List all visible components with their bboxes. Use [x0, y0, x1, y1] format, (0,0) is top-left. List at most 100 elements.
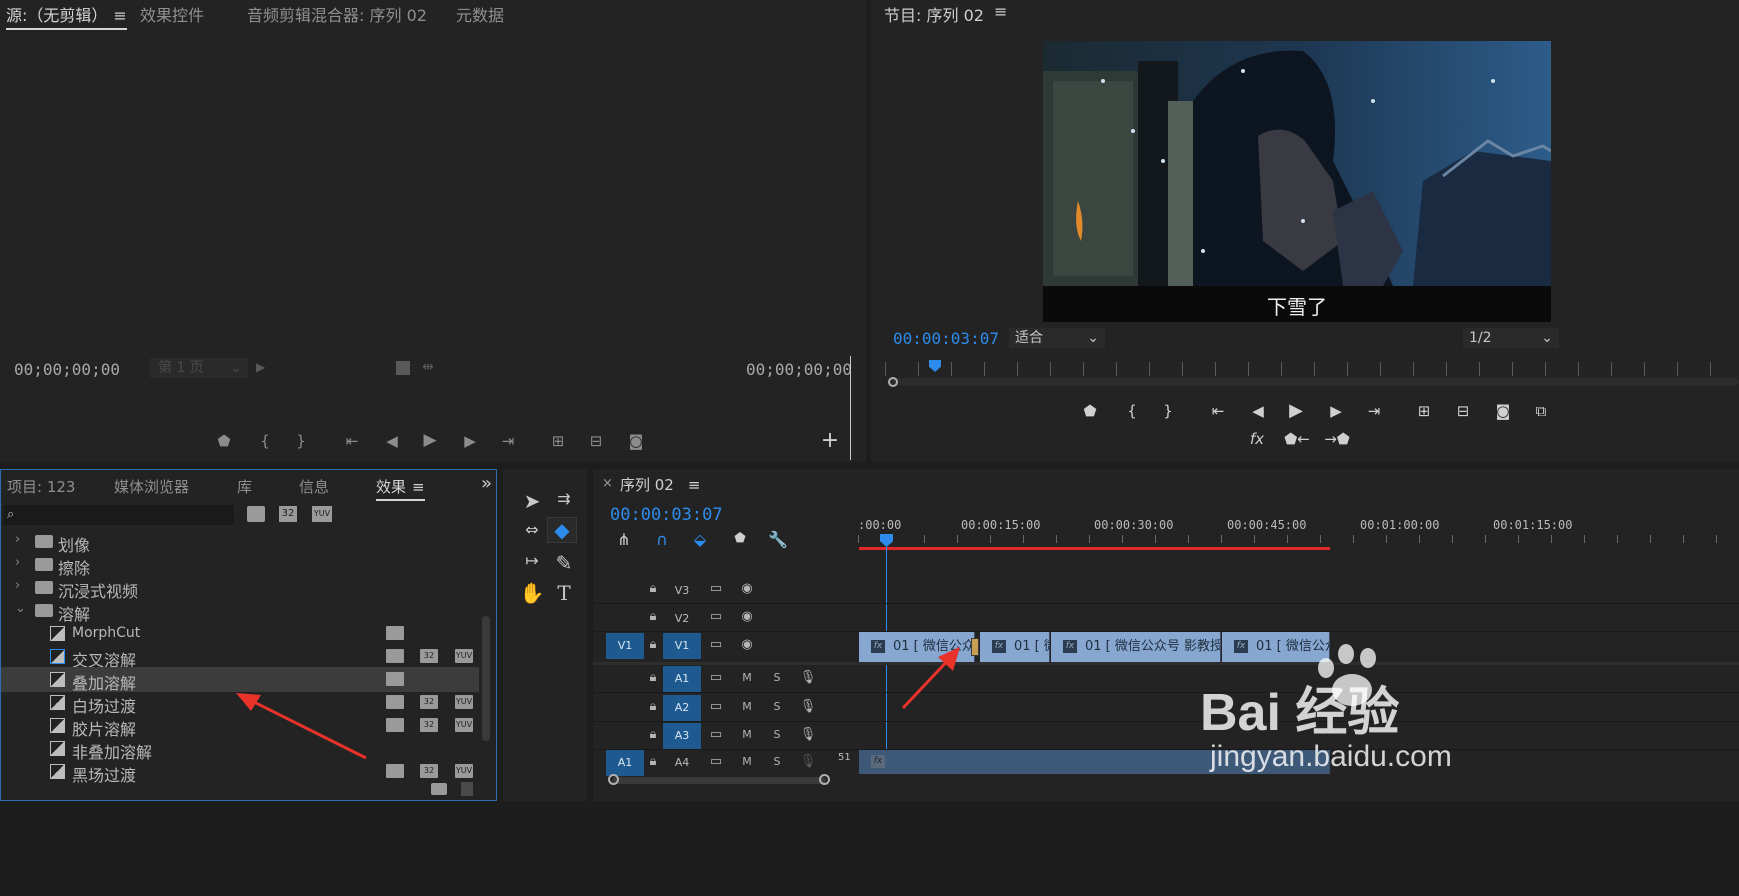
mark-out-icon[interactable]: } [287, 432, 315, 450]
sync-lock-icon[interactable]: ▭ [705, 670, 727, 685]
microphone-icon[interactable]: 🎙︎ [797, 670, 819, 685]
lock-icon[interactable]: 🔒︎ [642, 754, 664, 769]
sequence-tab[interactable]: 序列 02 ≡ [620, 474, 700, 495]
program-zoom-scrollbar[interactable] [887, 378, 1739, 386]
mark-in-icon[interactable]: { [251, 432, 279, 450]
mark-in-icon[interactable]: { [1118, 402, 1146, 420]
scroll-handle-left[interactable] [608, 774, 619, 785]
32bit-filter-icon[interactable]: 32 [279, 506, 297, 522]
tab-effect-controls[interactable]: 效果控件 [140, 2, 204, 26]
effect-cross-dissolve[interactable]: 交叉溶解 32 YUV [1, 644, 531, 670]
solo-button[interactable]: S [766, 700, 788, 713]
tab-source[interactable]: 源:（无剪辑） ≡ [6, 2, 127, 30]
source-patch-a1[interactable]: A1 [606, 750, 644, 776]
sequence-close-icon[interactable]: × [602, 476, 613, 491]
tab-media-browser[interactable]: 媒体浏览器 [114, 476, 189, 497]
lock-icon[interactable]: 🔒︎ [642, 727, 664, 742]
selection-tool-icon[interactable]: ➤ [517, 489, 547, 513]
lock-icon[interactable]: 🔒︎ [642, 581, 664, 596]
lock-icon[interactable]: 🔒︎ [642, 670, 664, 685]
source-patch-v1[interactable]: V1 [606, 633, 644, 659]
go-to-next-edit-icon[interactable]: →⬟ [1323, 430, 1351, 448]
hand-tool-icon[interactable]: ✋ [517, 581, 547, 605]
track-name[interactable]: A3 [663, 723, 701, 749]
lock-icon[interactable]: 🔒︎ [642, 609, 664, 624]
program-menu-icon[interactable]: ≡ [994, 2, 1007, 21]
extract-icon[interactable]: ⊟ [1449, 402, 1477, 420]
eye-icon[interactable]: ◉ [736, 609, 758, 624]
playback-resolution-select[interactable]: 1/2 ⌄ [1463, 328, 1559, 348]
type-tool-icon[interactable]: T [549, 581, 579, 605]
mute-button[interactable]: M [736, 671, 758, 684]
new-bin-icon[interactable] [431, 783, 447, 795]
tab-metadata[interactable]: 元数据 [456, 2, 504, 26]
eye-icon[interactable]: ◉ [736, 581, 758, 596]
sync-lock-icon[interactable]: ▭ [705, 754, 727, 769]
track-name[interactable]: A1 [663, 666, 701, 692]
linked-selection-icon[interactable]: ⬙ [686, 530, 714, 549]
sync-lock-icon[interactable]: ▭ [705, 581, 727, 596]
add-marker-icon[interactable]: ⬟ [210, 432, 238, 450]
go-to-in-icon[interactable]: ⇤ [338, 432, 366, 450]
lift-icon[interactable]: ⊞ [1410, 402, 1438, 420]
effects-search-input[interactable]: ⌕ [3, 505, 234, 525]
tree-folder-immersive[interactable]: › 沉浸式视频 [1, 575, 531, 601]
scroll-handle-right[interactable] [819, 774, 830, 785]
microphone-icon[interactable]: 🎙︎ [797, 699, 819, 714]
timeline-scrollbar[interactable] [612, 777, 826, 784]
effects-scrollbar[interactable] [482, 616, 490, 741]
chevron-right-icon[interactable]: › [15, 555, 20, 570]
solo-button[interactable]: S [766, 728, 788, 741]
mute-button[interactable]: M [736, 700, 758, 713]
insert-icon[interactable]: ⊞ [544, 432, 572, 450]
mark-out-icon[interactable]: } [1154, 402, 1182, 420]
scroll-handle-left[interactable] [888, 377, 898, 387]
play-icon[interactable]: ▶ [416, 430, 444, 450]
compare-view-icon[interactable]: ⧉ [1527, 402, 1555, 420]
track-name[interactable]: V3 [663, 578, 701, 604]
video-frame[interactable]: 下雪了 [1043, 41, 1551, 322]
sync-lock-icon[interactable]: ▭ [705, 727, 727, 742]
export-frame-icon[interactable]: ◙ [1489, 402, 1517, 420]
go-to-out-icon[interactable]: ⇥ [1360, 402, 1388, 420]
drop-frame-icon[interactable]: ⇹ [422, 359, 434, 375]
sync-lock-icon[interactable]: ▭ [705, 609, 727, 624]
export-frame-icon[interactable]: ◙ [622, 432, 650, 450]
lock-icon[interactable]: 🔒︎ [642, 699, 664, 714]
chevron-down-icon[interactable]: ⌄ [15, 601, 26, 616]
tab-effects[interactable]: 效果 ≡ [376, 476, 425, 501]
source-page-select[interactable]: 第 1 页 ⌄ [150, 358, 248, 378]
sync-lock-icon[interactable]: ▭ [705, 699, 727, 714]
tree-folder-wipe[interactable]: › 擦除 [1, 552, 531, 578]
pen-tool-icon[interactable]: ✎ [549, 551, 579, 575]
tree-folder-dissolve[interactable]: ⌄ 溶解 [1, 598, 531, 624]
track-select-tool-icon[interactable]: ⇉ [549, 489, 579, 508]
tab-audio-clip-mixer[interactable]: 音频剪辑混合器: 序列 02 [247, 2, 427, 26]
accelerated-filter-icon[interactable] [247, 506, 265, 522]
step-forward-icon[interactable]: ▶ [1322, 402, 1350, 420]
nest-icon[interactable]: ⋔ [610, 530, 638, 549]
play-right-icon[interactable]: ▶ [256, 360, 265, 374]
safe-margin-icon[interactable] [396, 361, 410, 375]
mute-button[interactable]: M [736, 728, 758, 741]
overwrite-icon[interactable]: ⊟ [582, 432, 610, 450]
source-menu-icon[interactable]: ≡ [113, 6, 126, 25]
eye-icon[interactable]: ◉ [736, 637, 758, 652]
solo-button[interactable]: S [766, 671, 788, 684]
source-timecode-left[interactable]: 00;00;00;00 [14, 360, 120, 379]
effect-morphcut[interactable]: MorphCut [1, 621, 531, 646]
sync-lock-icon[interactable]: ▭ [705, 637, 727, 652]
tab-libraries[interactable]: 库 [237, 476, 252, 497]
lock-icon[interactable]: 🔒︎ [642, 637, 664, 652]
program-timecode[interactable]: 00:00:03:07 [893, 329, 999, 348]
video-clip[interactable]: fx 01 [ 微信公众号 影教授 ] [1051, 632, 1221, 662]
transition-marker[interactable] [971, 638, 979, 656]
go-to-in-icon[interactable]: ⇤ [1204, 402, 1232, 420]
track-name[interactable]: V2 [663, 606, 701, 632]
step-back-icon[interactable]: ◀ [378, 432, 406, 450]
ripple-edit-tool-icon[interactable]: ⇔ [517, 520, 547, 539]
slip-tool-icon[interactable]: ↦ [517, 551, 547, 570]
program-title[interactable]: 节目: 序列 02 [884, 2, 984, 26]
step-back-icon[interactable]: ◀ [1244, 402, 1272, 420]
chevron-right-icon[interactable]: › [15, 532, 20, 547]
